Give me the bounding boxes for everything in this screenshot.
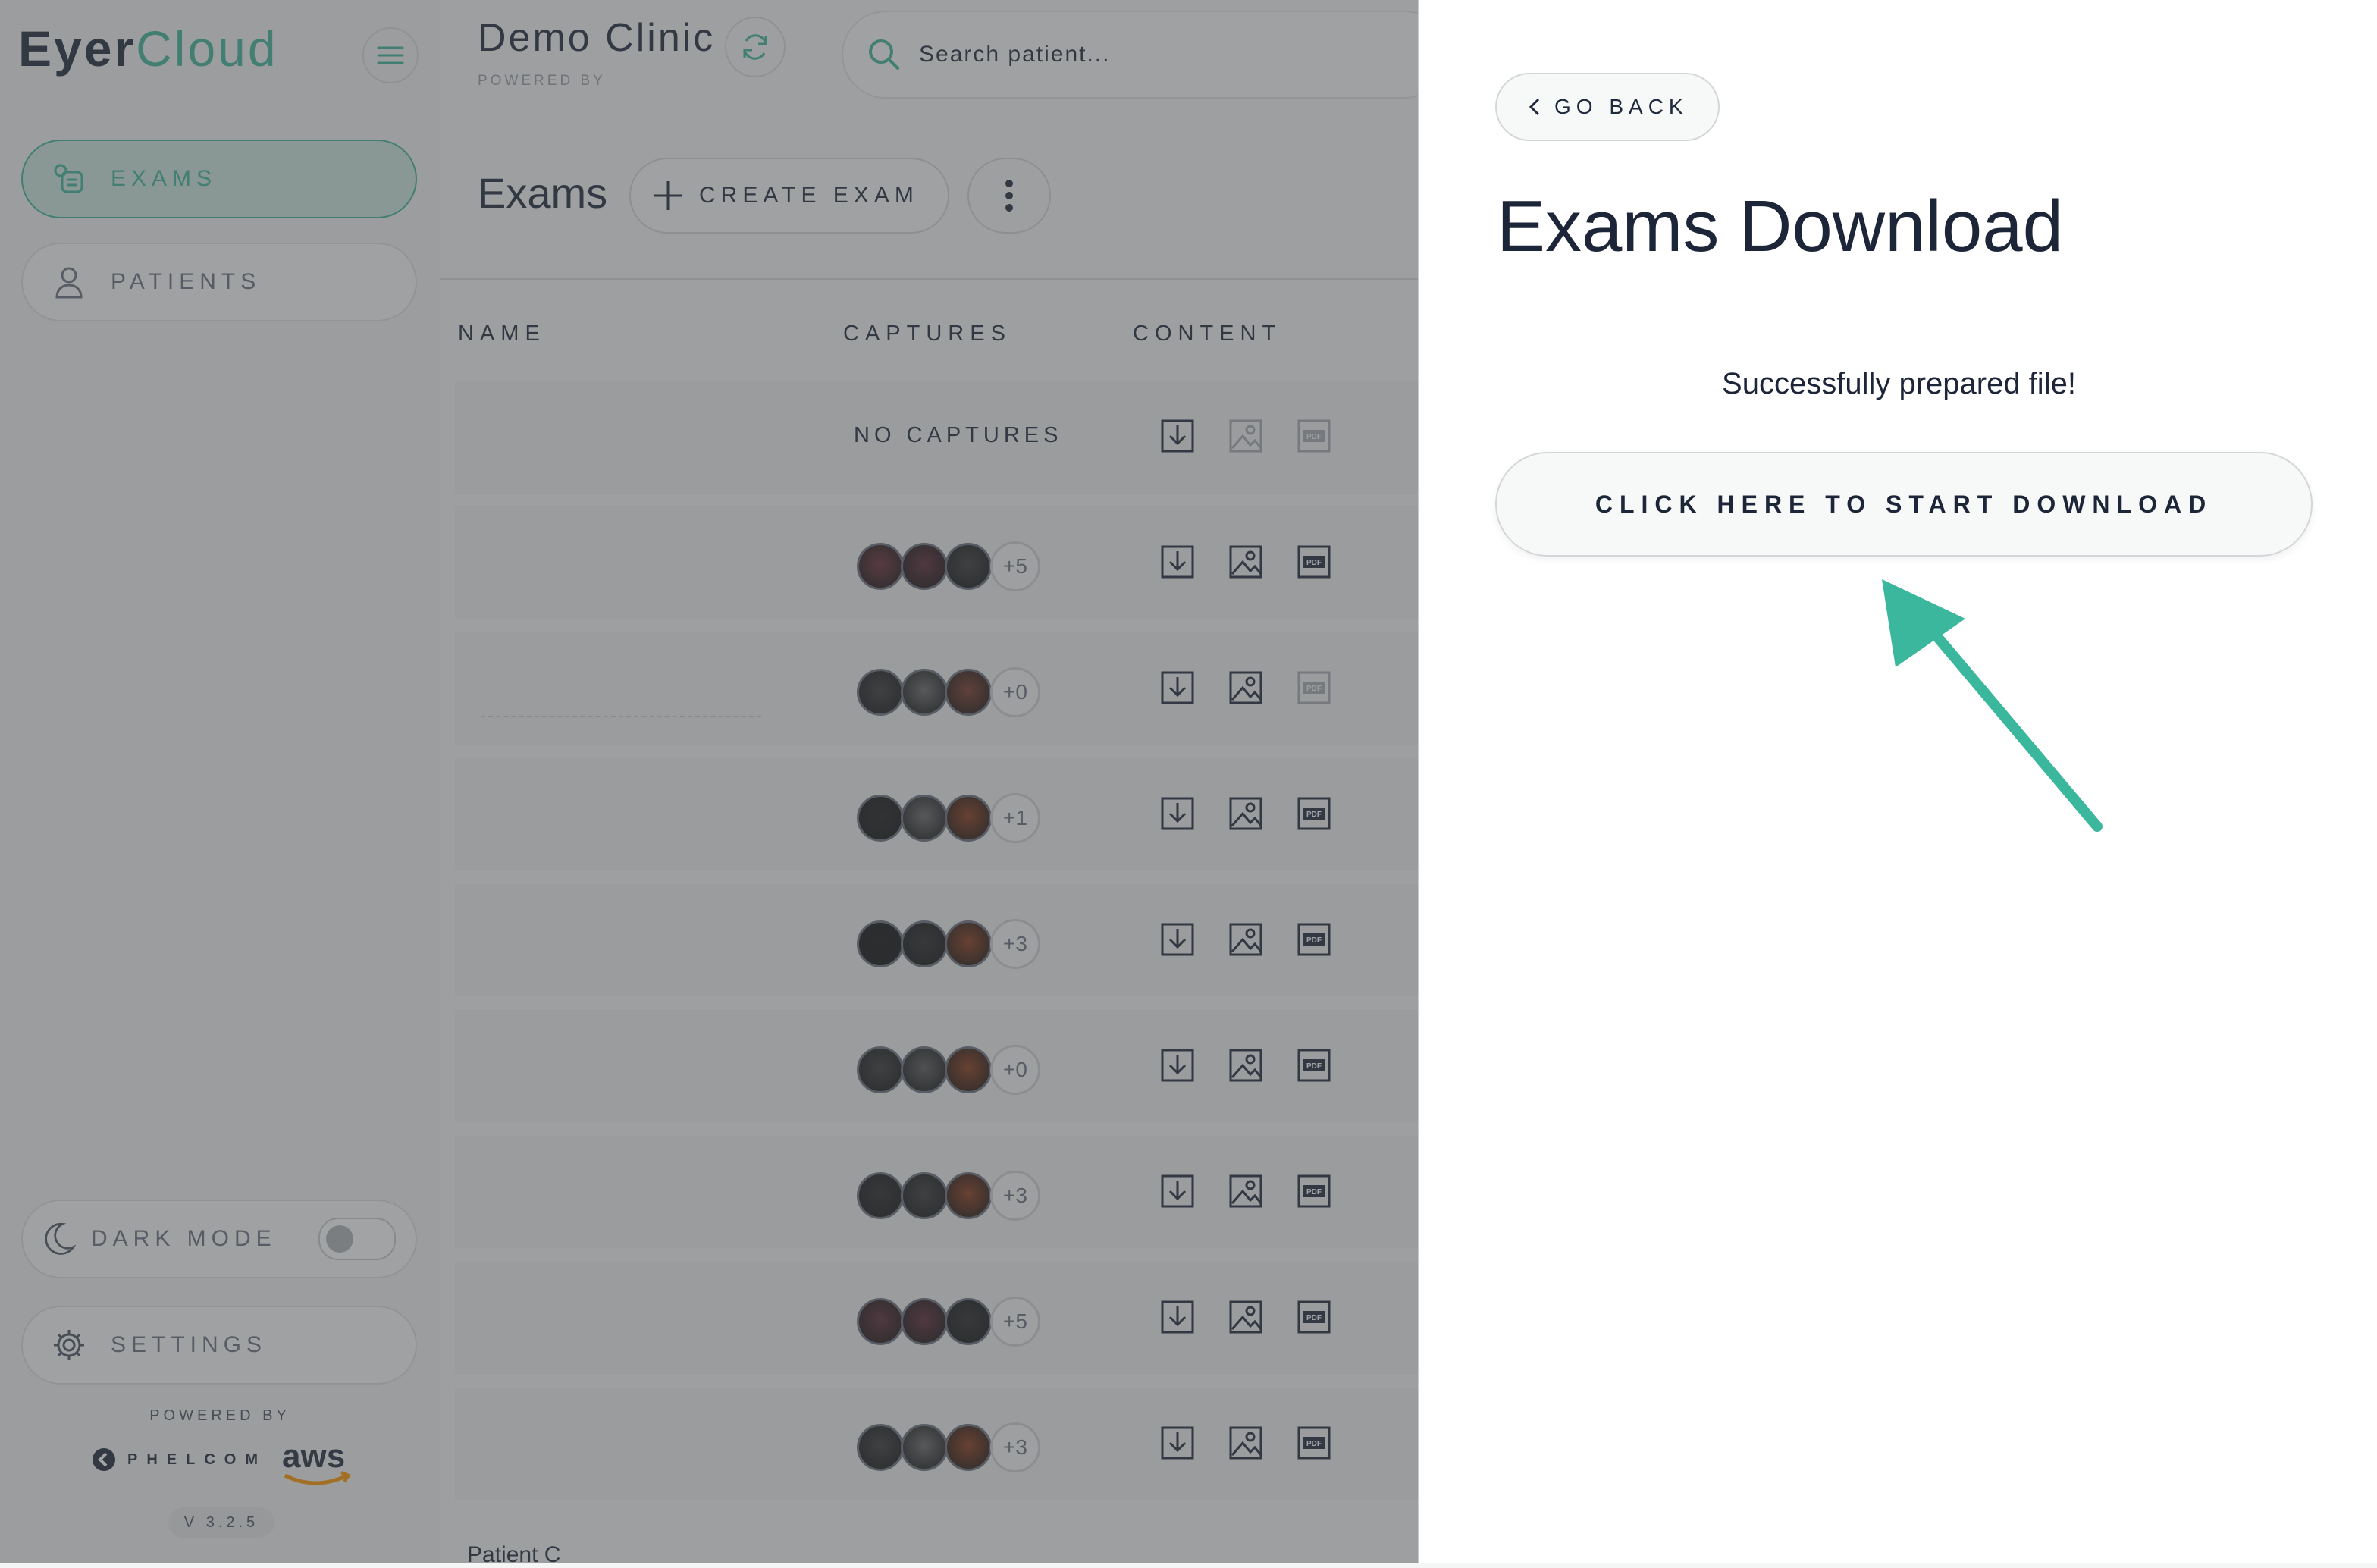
panel-title: Exams Download bbox=[1497, 186, 2063, 267]
start-download-button[interactable]: CLICK HERE TO START DOWNLOAD bbox=[1495, 452, 2313, 557]
exams-download-panel: GO BACK Exams Download Successfully prep… bbox=[1418, 0, 2377, 1563]
pointer-arrow-icon bbox=[1882, 579, 2103, 832]
modal-backdrop[interactable] bbox=[0, 0, 1418, 1563]
chevron-left-icon bbox=[1529, 98, 1540, 116]
go-back-button[interactable]: GO BACK bbox=[1495, 73, 1720, 141]
status-message: Successfully prepared file! bbox=[1722, 367, 2076, 400]
exams-app-background: EyerCloud EXAMS PATIENTS DARK MODE bbox=[0, 0, 1448, 1567]
